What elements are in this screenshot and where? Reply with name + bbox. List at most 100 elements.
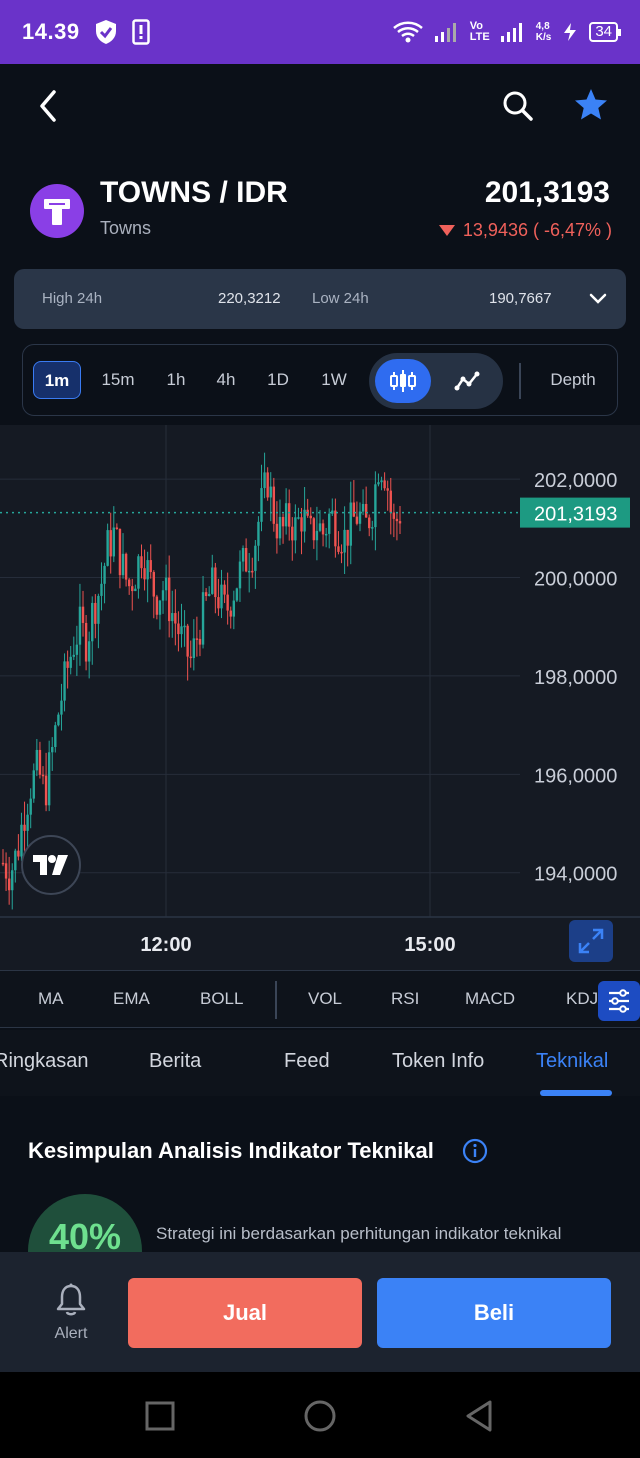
candle-body xyxy=(29,798,32,815)
candle-body xyxy=(198,638,202,645)
info-button[interactable] xyxy=(462,1138,488,1164)
circle-icon xyxy=(304,1400,336,1432)
price-change: 13,9436 ( -6,47% ) xyxy=(438,220,612,241)
stats-24h-bar[interactable]: High 24h 220,3212 Low 24h 190,7667 xyxy=(14,269,626,329)
candle-body xyxy=(118,528,122,576)
candle-body xyxy=(297,517,300,519)
candle-body xyxy=(164,577,168,591)
candle-body xyxy=(294,517,297,541)
depth-tab[interactable]: Depth xyxy=(535,361,611,399)
chevron-left-icon xyxy=(40,90,56,122)
x-tick-label: 15:00 xyxy=(404,934,455,956)
price-chart[interactable]: 202,0000 200,0000 198,0000 196,0000 194,0000… xyxy=(0,425,640,970)
interval-1d[interactable]: 1D xyxy=(259,361,297,399)
candle-body xyxy=(91,602,94,642)
indicator-macd[interactable]: MACD xyxy=(465,989,515,1009)
candle-body xyxy=(47,752,51,806)
tab-feed[interactable]: Feed xyxy=(284,1050,330,1073)
divider xyxy=(275,981,277,1019)
tradingview-icon xyxy=(33,855,68,875)
indicator-kdj[interactable]: KDJ xyxy=(566,989,598,1009)
status-bar: 14.39 Vo LTE 4,8 K/s 34 xyxy=(0,0,640,64)
candle-body xyxy=(346,529,349,546)
candle-body xyxy=(152,572,155,597)
candle-body xyxy=(51,746,54,753)
candle-body xyxy=(269,486,272,498)
candle-body xyxy=(84,622,88,662)
app-screen: TOWNS / IDR Towns 201,3193 13,9436 ( -6,… xyxy=(0,64,640,1372)
candle-body xyxy=(195,638,199,640)
favorite-button[interactable] xyxy=(572,86,610,124)
candle-body xyxy=(324,533,328,536)
low-24h-label: Low 24h xyxy=(312,290,369,307)
candle-body xyxy=(161,590,165,601)
candle-body xyxy=(75,644,79,655)
candle-body xyxy=(41,774,45,777)
back-button[interactable] xyxy=(32,84,68,128)
candle-body xyxy=(177,623,180,635)
interval-1w[interactable]: 1W xyxy=(313,361,355,399)
candle-body xyxy=(7,878,11,891)
interval-1h[interactable]: 1h xyxy=(157,361,195,399)
last-price: 201,3193 xyxy=(484,176,610,209)
tab-ringkasan[interactable]: Ringkasan xyxy=(0,1050,89,1073)
candle-body xyxy=(69,656,72,668)
candle-body xyxy=(54,725,57,747)
indicator-settings-button[interactable] xyxy=(598,981,640,1021)
fullscreen-button[interactable] xyxy=(569,920,613,962)
tab-berita[interactable]: Berita xyxy=(149,1050,201,1073)
indicator-boll[interactable]: BOLL xyxy=(200,989,243,1009)
indicator-ma[interactable]: MA xyxy=(38,989,64,1009)
recents-button[interactable] xyxy=(142,1398,178,1434)
interval-selector: 1m 15m 1h 4h 1D 1W Depth xyxy=(22,344,618,416)
candle-body xyxy=(226,594,229,611)
indicator-rsi[interactable]: RSI xyxy=(391,989,419,1009)
candle-body xyxy=(254,545,257,571)
candle-body xyxy=(291,526,294,541)
system-back-button[interactable] xyxy=(462,1398,498,1434)
alert-button[interactable]: Alert xyxy=(40,1282,102,1348)
tab-teknikal[interactable]: Teknikal xyxy=(536,1050,608,1073)
signal-icon xyxy=(434,23,456,42)
candlestick-icon xyxy=(390,370,416,392)
candlestick-chart[interactable]: 202,0000 200,0000 198,0000 196,0000 194,0000… xyxy=(0,425,640,970)
candle-body xyxy=(167,577,171,622)
search-button[interactable] xyxy=(500,88,536,124)
line-chart-button[interactable] xyxy=(439,359,495,403)
candlestick-chart-button[interactable] xyxy=(375,359,431,403)
candle-body xyxy=(368,517,371,529)
candle-body xyxy=(189,656,192,659)
y-tick-label: 194,0000 xyxy=(534,864,617,886)
triangle-back-icon xyxy=(466,1400,492,1432)
low-24h-value: 190,7667 xyxy=(489,290,552,307)
sell-button[interactable]: Jual xyxy=(128,1278,362,1348)
candle-body xyxy=(204,592,208,597)
towns-coin-icon xyxy=(30,184,84,238)
sliders-icon xyxy=(609,989,629,1013)
candle-body xyxy=(63,661,66,701)
candle-body xyxy=(186,625,189,657)
candle-body xyxy=(284,503,288,527)
candle-body xyxy=(358,511,362,524)
expand-stats-button[interactable] xyxy=(588,289,608,309)
tab-token-info[interactable]: Token Info xyxy=(392,1050,484,1073)
divider xyxy=(519,363,521,399)
interval-1m[interactable]: 1m xyxy=(33,361,81,399)
interval-15m[interactable]: 15m xyxy=(93,361,143,399)
pair-title: TOWNS / IDR xyxy=(100,176,288,209)
candle-body xyxy=(371,527,374,529)
home-button[interactable] xyxy=(302,1398,338,1434)
top-bar xyxy=(0,64,640,150)
interval-4h[interactable]: 4h xyxy=(207,361,245,399)
candle-body xyxy=(288,503,291,527)
candle-body xyxy=(94,602,97,624)
candle-body xyxy=(229,610,232,617)
candle-body xyxy=(303,509,306,532)
indicator-ema[interactable]: EMA xyxy=(113,989,150,1009)
candle-body xyxy=(60,700,63,715)
buy-button[interactable]: Beli xyxy=(377,1278,611,1348)
tradingview-logo[interactable] xyxy=(21,835,81,895)
phone-alert-icon xyxy=(131,19,150,45)
candle-body xyxy=(97,595,100,624)
indicator-vol[interactable]: VOL xyxy=(308,989,342,1009)
